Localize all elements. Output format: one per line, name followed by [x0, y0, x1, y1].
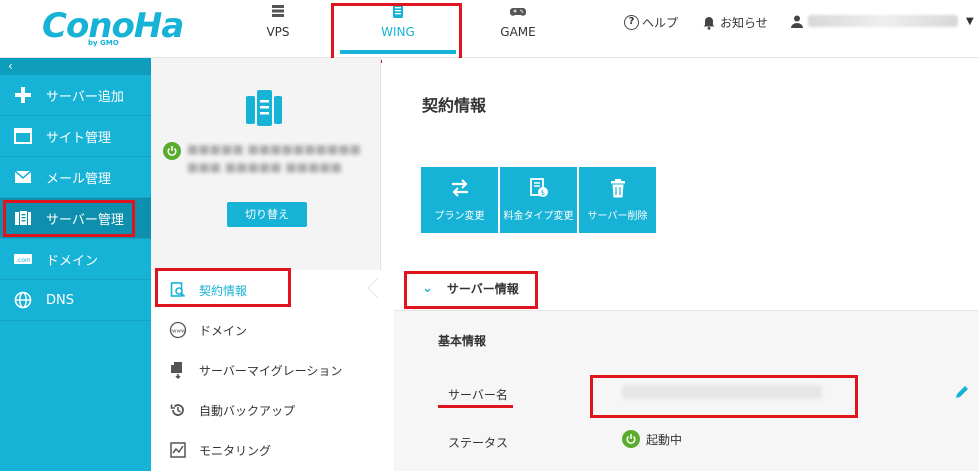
sidebar-item-mail[interactable]: メール管理 — [0, 157, 151, 198]
globe-icon — [12, 291, 34, 309]
submenu-item-domain[interactable]: www ドメイン — [151, 310, 381, 350]
sidebar-item-label: DNS — [46, 292, 74, 308]
server-summary: ■■■■■ ■■■■■■■■■■ ■■■ ■■■■■ ■■■■■ 切り替え — [151, 58, 381, 258]
sidebar-item-dns[interactable]: DNS — [0, 280, 151, 321]
action-buttons: プラン変更 $ 料金タイプ変更 サーバー削除 — [421, 167, 656, 233]
highlight-server-name-value — [590, 375, 858, 418]
pencil-icon[interactable] — [954, 384, 970, 400]
sidebar-collapse-button[interactable]: ‹ — [0, 58, 151, 75]
swap-icon — [451, 179, 468, 197]
sidebar-item-label: サイト管理 — [46, 130, 112, 146]
submenu-item-label: モニタリング — [199, 443, 272, 458]
user-icon — [791, 15, 803, 28]
submenu-item-label: 自動バックアップ — [199, 403, 296, 418]
question-icon: ? — [624, 15, 639, 30]
switch-server-button[interactable]: 切り替え — [227, 202, 307, 227]
status-label: ステータス — [448, 436, 509, 450]
backup-icon — [169, 401, 187, 419]
user-email-redacted — [808, 15, 958, 27]
svg-text:www: www — [172, 329, 186, 335]
server-name-redacted: ■■■■■ ■■■■■■■■■■ ■■■ ■■■■■ ■■■■■ — [187, 142, 361, 174]
server-column: ■■■■■ ■■■■■■■■■■ ■■■ ■■■■■ ■■■■■ 切り替え 契約… — [151, 58, 381, 471]
chevron-left-icon: ‹ — [8, 59, 13, 73]
highlight-server-manage — [3, 200, 135, 237]
monitoring-icon — [169, 441, 187, 459]
delete-server-label: サーバー削除 — [587, 211, 648, 222]
conoha-logo[interactable]: ConoHa by GMO — [42, 6, 184, 50]
plus-icon — [12, 86, 34, 104]
sidebar-item-label: ドメイン — [46, 253, 99, 269]
billing-change-button[interactable]: $ 料金タイプ変更 — [500, 167, 577, 233]
submenu-item-monitoring[interactable]: モニタリング — [151, 430, 381, 470]
power-on-icon — [622, 430, 640, 448]
server-large-icon — [246, 90, 282, 126]
page-title: 契約情報 — [422, 96, 487, 115]
trash-icon — [610, 179, 625, 198]
submenu-item-migration[interactable]: サーバーマイグレーション — [151, 350, 381, 390]
help-link[interactable]: ? ヘルプ — [624, 14, 678, 31]
submenu-item-backup[interactable]: 自動バックアップ — [151, 390, 381, 430]
plan-change-label: プラン変更 — [434, 211, 485, 222]
submenu-item-label: サーバーマイグレーション — [199, 363, 343, 378]
billing-icon: $ — [529, 178, 548, 197]
submenu-item-label: ドメイン — [199, 323, 248, 338]
mail-icon — [12, 168, 34, 186]
sidebar-item-add-server[interactable]: サーバー追加 — [0, 75, 151, 116]
sidebar-item-label: メール管理 — [46, 171, 112, 187]
migration-icon — [169, 361, 187, 379]
gamepad-icon — [510, 8, 526, 16]
status-text: 起動中 — [646, 432, 683, 447]
tab-vps[interactable]: VPS — [248, 0, 308, 58]
billing-change-label: 料金タイプ変更 — [503, 211, 574, 222]
sidebar-item-label: サーバー追加 — [46, 89, 124, 105]
highlight-server-info — [404, 271, 538, 309]
help-label: ヘルプ — [642, 16, 679, 30]
domain-icon: .com — [12, 250, 34, 268]
www-icon: www — [169, 321, 187, 339]
notice-label: お知らせ — [720, 16, 768, 30]
sidebar-item-site[interactable]: サイト管理 — [0, 116, 151, 157]
server-name-label: サーバー名 — [448, 388, 508, 402]
basic-info-heading: 基本情報 — [438, 334, 487, 348]
server-status-row: ■■■■■ ■■■■■■■■■■ ■■■ ■■■■■ ■■■■■ — [163, 140, 377, 176]
plan-change-button[interactable]: プラン変更 — [421, 167, 498, 233]
highlight-underline-server-name — [438, 405, 513, 408]
window-icon — [12, 127, 34, 145]
top-header: ConoHa by GMO VPS WING GAME ? ヘルプ お知らせ ▼ — [0, 0, 979, 58]
chevron-down-icon: ▼ — [966, 15, 974, 27]
highlight-contract-item — [155, 268, 291, 307]
svg-text:$: $ — [540, 189, 544, 197]
sidebar: ‹ サーバー追加 サイト管理 メール管理 サーバー管理 .com ドメイン DN… — [0, 58, 151, 471]
server-stack-icon — [272, 5, 284, 17]
logo-subtext: by GMO — [88, 39, 119, 47]
delete-server-button[interactable]: サーバー削除 — [579, 167, 656, 233]
tab-game[interactable]: GAME — [488, 0, 548, 58]
power-on-icon — [163, 142, 181, 160]
tab-vps-label: VPS — [266, 25, 290, 39]
sidebar-item-domain[interactable]: .com ドメイン — [0, 239, 151, 280]
tab-game-label: GAME — [500, 25, 536, 39]
svg-text:.com: .com — [16, 257, 31, 264]
status-value: 起動中 — [622, 430, 682, 448]
highlight-wing-tab — [331, 3, 462, 63]
notice-link[interactable]: お知らせ — [702, 14, 768, 31]
user-menu[interactable]: ▼ — [790, 14, 974, 28]
bell-icon — [703, 16, 715, 30]
